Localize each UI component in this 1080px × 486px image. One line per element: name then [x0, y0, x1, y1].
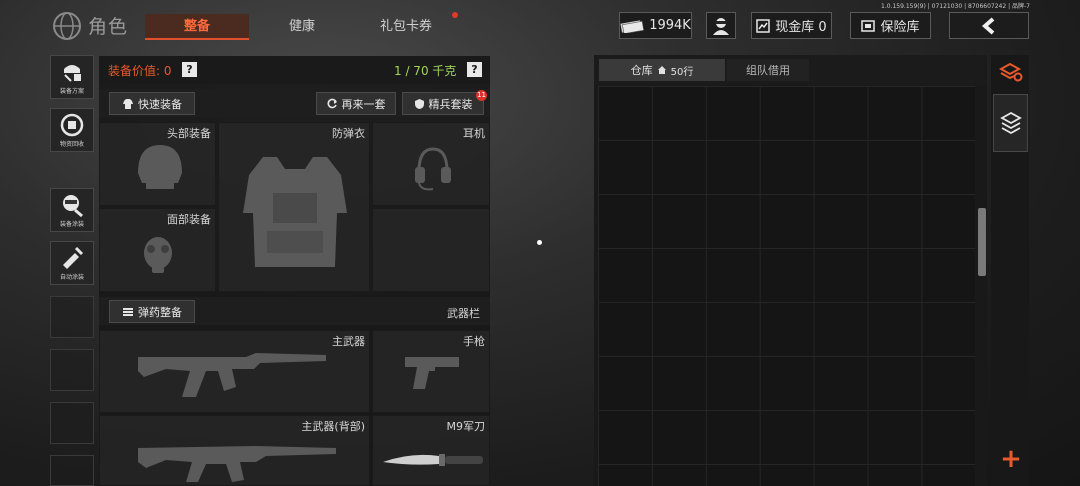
page-title: 角色 [88, 16, 129, 38]
sidebar-item-recycle[interactable]: 物资回收 [50, 108, 94, 152]
slot-knife[interactable]: M9军刀 [372, 415, 490, 486]
paint-icon [63, 195, 83, 218]
globe-icon [53, 12, 81, 40]
sidebar-empty-slot [50, 296, 94, 338]
shirt-icon [123, 98, 133, 109]
rifle-back-icon [138, 446, 336, 482]
value-help-icon[interactable]: ? [182, 62, 197, 77]
gear-plan-icon [64, 65, 81, 82]
elite-badge: 11 [476, 90, 487, 101]
version-text: 1.0.159.159(9) | 07121030 | 8706607242 |… [881, 3, 1030, 10]
warehouse-scrollbar[interactable] [978, 208, 986, 276]
cash-store-label: 现金库 0 [775, 20, 827, 35]
tab-health[interactable]: 健康 [262, 14, 342, 40]
slot-primary-weapon-back[interactable]: 主武器(背部) [99, 415, 370, 486]
slot-empty[interactable] [372, 208, 490, 292]
stash-tool-button[interactable] [993, 94, 1028, 152]
again-label: 再来一套 [341, 97, 386, 111]
recycle-icon [60, 113, 84, 137]
shield-icon [414, 98, 424, 109]
ammo-prep-label: 弹药整备 [138, 305, 182, 319]
stack-refresh-icon [998, 62, 1022, 82]
slot-label: 防弹衣 [332, 127, 365, 140]
warehouse-tab-label: 仓库 [630, 64, 653, 77]
helmet-icon [138, 145, 182, 189]
quick-equip-label: 快速装备 [138, 97, 182, 111]
slot-label: 主武器 [332, 335, 365, 348]
crosshair-dot [537, 240, 542, 245]
slot-label: 耳机 [463, 127, 485, 140]
slot-headset[interactable]: 耳机 [372, 122, 490, 206]
slot-pistol[interactable]: 手枪 [372, 330, 490, 413]
knife-icon [383, 454, 483, 466]
weight-text: 1 / 70 千克 [394, 64, 457, 78]
money-amount: 1994K [649, 18, 691, 33]
sidebar-item-label: 装备方案 [59, 88, 84, 95]
weapon-bar-label: 武器栏 [447, 307, 480, 320]
refresh-icon [327, 98, 337, 109]
safe-icon [861, 19, 876, 32]
sidebar-item-label: 装备涂装 [59, 221, 84, 228]
slot-label: 面部装备 [167, 213, 211, 226]
rifle-icon [138, 353, 326, 397]
elite-set-button[interactable]: 精兵套装 [402, 92, 484, 115]
sidebar-empty-slot [50, 455, 94, 486]
sidebar-item-auto-paint[interactable]: 自动涂装 [50, 241, 94, 285]
quick-equip-button[interactable]: 快速装备 [109, 92, 195, 115]
equipment-value: 装备价值: 0 [108, 64, 172, 78]
safe-button[interactable]: 保险库 [850, 12, 931, 39]
chevron-left-icon [981, 16, 995, 35]
ammo-icon [123, 307, 133, 316]
vest-icon [243, 157, 347, 267]
ammo-prep-button[interactable]: 弹药整备 [109, 300, 195, 323]
sidebar-item-paint[interactable]: 装备涂装 [50, 188, 94, 232]
slot-armor[interactable]: 防弹衣 [218, 122, 370, 292]
weight-help-icon[interactable]: ? [467, 62, 482, 77]
add-button[interactable]: + [996, 444, 1026, 474]
safe-label: 保险库 [880, 20, 920, 35]
elite-set-label: 精兵套装 [428, 97, 473, 111]
notification-dot [452, 12, 458, 18]
again-button[interactable]: 再来一套 [316, 92, 396, 115]
tab-gift[interactable]: 礼包卡券 [366, 14, 446, 40]
sidebar-item-gear-plan[interactable]: 装备方案 [50, 55, 94, 99]
slot-head[interactable]: 头部装备 [99, 122, 216, 206]
money-button[interactable]: 1994K [619, 12, 692, 39]
cash-store-button[interactable]: 现金库 0 [751, 12, 832, 39]
chart-box-icon [756, 18, 771, 33]
avatar[interactable] [706, 12, 736, 39]
warehouse-rows: 50行 [670, 66, 694, 78]
gas-mask-icon [144, 237, 172, 273]
cash-icon [620, 19, 645, 33]
sort-button[interactable] [993, 55, 1028, 89]
operator-icon [713, 17, 729, 35]
warehouse-grid[interactable] [598, 86, 975, 486]
pistol-icon [405, 357, 459, 389]
sidebar-empty-slot [50, 349, 94, 391]
slot-primary-weapon[interactable]: 主武器 [99, 330, 370, 413]
tab-equip[interactable]: 整备 [145, 14, 249, 40]
slot-label: 手枪 [463, 335, 485, 348]
sidebar-item-label: 物资回收 [59, 141, 84, 148]
sidebar-empty-slot [50, 402, 94, 444]
tab-team-borrow[interactable]: 组队借用 [727, 59, 809, 81]
house-icon [657, 66, 666, 74]
tab-warehouse[interactable]: 仓库 50行 [599, 59, 725, 81]
slot-label: M9军刀 [446, 420, 486, 433]
headset-icon [415, 147, 451, 191]
auto-paint-icon [63, 246, 84, 269]
back-button[interactable] [949, 12, 1029, 39]
slot-label: 主武器(背部) [301, 420, 365, 433]
slot-face[interactable]: 面部装备 [99, 208, 216, 292]
layers-arrow-icon [999, 111, 1022, 135]
sidebar-item-label: 自动涂装 [59, 274, 84, 281]
